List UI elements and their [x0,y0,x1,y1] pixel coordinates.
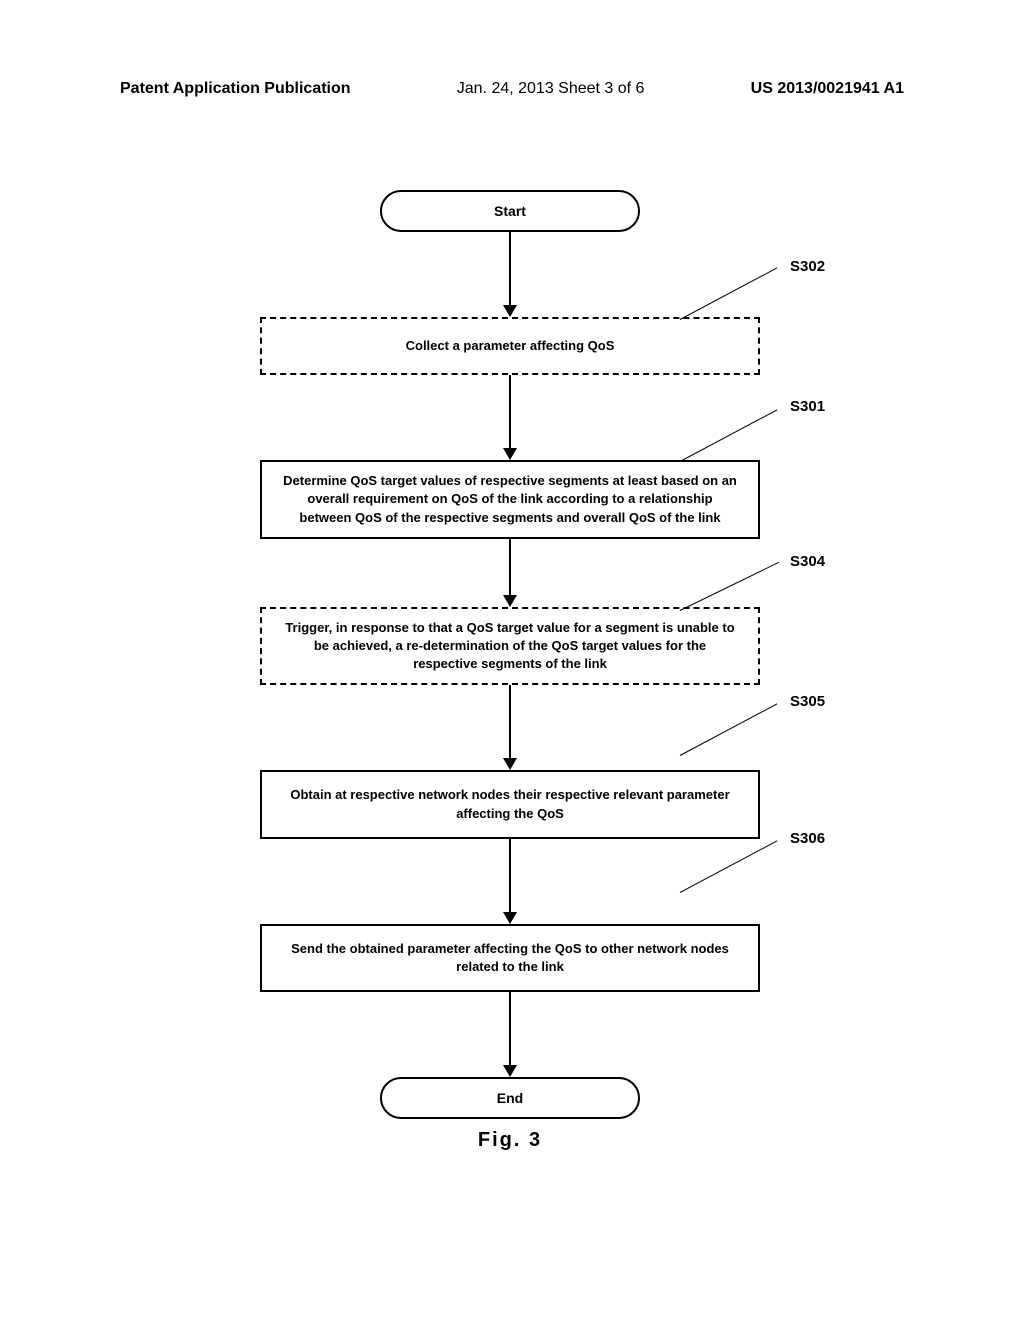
arrow-5 [509,839,511,924]
step-s301-box: Determine QoS target values of respectiv… [260,460,760,539]
start-terminal: Start [380,190,640,232]
page-header: Patent Application Publication Jan. 24, … [0,0,1024,98]
figure-caption: Fig. 3 [180,1129,840,1152]
header-patent-number: US 2013/0021941 A1 [751,80,904,98]
arrow-1 [509,232,511,317]
flowchart-container: Start S302 Collect a parameter affecting… [180,190,840,1152]
arrow-3 [509,539,511,607]
arrow-4 [509,685,511,770]
label-s304: S304 [790,553,825,570]
lead-s301 [680,409,778,462]
label-s301: S301 [790,398,825,415]
label-s305: S305 [790,693,825,710]
step-s304-box: Trigger, in response to that a QoS targe… [260,607,760,686]
lead-s306 [680,840,778,893]
arrow-6 [509,992,511,1077]
label-s306: S306 [790,830,825,847]
step-s306-text: Send the obtained parameter affecting th… [291,941,729,974]
end-terminal: End [380,1077,640,1119]
header-date-sheet: Jan. 24, 2013 Sheet 3 of 6 [457,80,645,98]
step-s306-box: Send the obtained parameter affecting th… [260,924,760,992]
step-s305-box: Obtain at respective network nodes their… [260,770,760,838]
lead-s305 [680,703,778,756]
arrow-2 [509,375,511,460]
step-s301-text: Determine QoS target values of respectiv… [283,473,737,524]
label-s302: S302 [790,258,825,275]
start-label: Start [494,203,526,219]
step-s304-text: Trigger, in response to that a QoS targe… [285,620,734,671]
step-s302-box: Collect a parameter affecting QoS [260,317,760,375]
lead-s304 [680,562,779,611]
end-label: End [497,1090,523,1106]
lead-s302 [680,267,778,320]
step-s302-text: Collect a parameter affecting QoS [406,338,615,353]
header-publication: Patent Application Publication [120,80,351,98]
step-s305-text: Obtain at respective network nodes their… [290,787,729,820]
